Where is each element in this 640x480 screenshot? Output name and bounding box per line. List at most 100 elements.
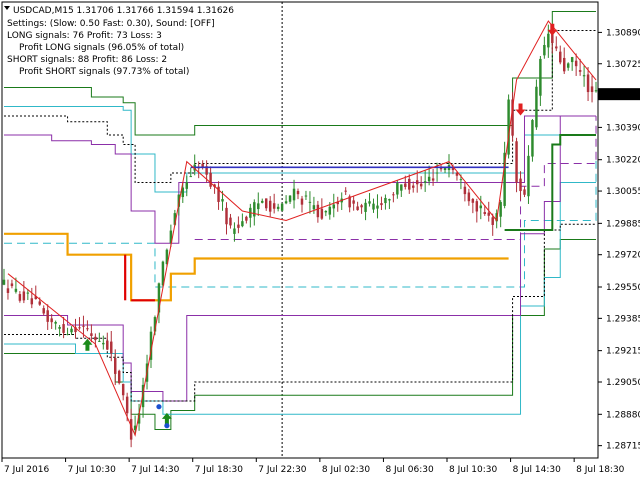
candle-body [229, 217, 232, 226]
black-dotted-lower-line [3, 223, 597, 402]
candle-body [233, 228, 236, 234]
candle-body [408, 178, 411, 190]
candle-body [261, 200, 264, 203]
price-chart[interactable]: 1.308901.307251.305651.303901.302201.300… [0, 0, 640, 480]
candle-body [531, 120, 534, 157]
candle-body [14, 288, 18, 292]
candle-body [129, 419, 133, 440]
entry-dot [156, 404, 162, 410]
y-tick-label: 1.29050 [606, 378, 640, 388]
candle-body [86, 328, 89, 330]
candle-body [42, 308, 45, 314]
candle-body [578, 70, 582, 72]
candle-body [38, 301, 41, 305]
candle-body [491, 217, 494, 225]
sell-signal-arrow [515, 103, 526, 116]
candle-body [22, 291, 26, 301]
candle-body [412, 185, 415, 188]
candle-body [463, 186, 467, 195]
candle-body [78, 327, 81, 329]
candle-body [570, 57, 574, 63]
candle-body [264, 198, 268, 209]
candle-body [189, 176, 192, 178]
candle-body [396, 183, 399, 195]
y-tick-label: 1.29215 [606, 347, 640, 357]
candle-body [344, 190, 347, 192]
candle-body [380, 203, 383, 206]
y-tick-label: 1.30725 [606, 60, 640, 70]
candle-body [272, 203, 276, 209]
candle-body [392, 194, 395, 196]
candle-body [304, 195, 308, 197]
candle-body [360, 205, 363, 208]
candle-body [332, 204, 336, 209]
candle-body [284, 201, 288, 204]
x-tick-label: 8 Jul 14:30 [513, 465, 562, 475]
candle-body [547, 33, 550, 48]
candle-body [257, 203, 260, 210]
cyan-solid-lower-line [3, 182, 597, 415]
y-tick-label: 1.30220 [606, 156, 640, 166]
candle-body [388, 199, 391, 201]
candle-body [320, 208, 324, 219]
candle-body [439, 168, 443, 170]
y-tick-label: 1.29385 [606, 314, 640, 324]
candle-body [384, 197, 387, 204]
x-tick-label: 8 Jul 06:30 [385, 465, 434, 475]
candle-body [574, 60, 578, 67]
candle-body [415, 180, 419, 185]
candle-body [316, 204, 320, 218]
candle-body [400, 184, 403, 191]
candle-body [94, 336, 97, 341]
y-tick-label: 1.29720 [606, 251, 640, 261]
candle-body [276, 206, 280, 209]
candle-body [519, 178, 522, 192]
x-tick-label: 8 Jul 02:30 [322, 465, 371, 475]
candle-body [201, 163, 204, 167]
candle-body [559, 51, 562, 63]
candle-body [54, 322, 57, 324]
candle-body [102, 342, 105, 345]
candle-body [225, 207, 228, 225]
candle-body [312, 205, 316, 210]
candle-body [582, 75, 586, 77]
y-tick-label: 1.30890 [606, 28, 640, 38]
candle-body [121, 383, 125, 396]
info-short-profit: Profit SHORT signals (97.73% of total) [19, 67, 189, 77]
candle-body [543, 44, 546, 56]
candle-body [459, 179, 463, 181]
candle-body [288, 195, 292, 202]
candle-body [110, 341, 113, 354]
purple-solid-upper-line [3, 115, 597, 244]
candle-body [82, 325, 85, 327]
candles [2, 24, 598, 448]
current-price-box [598, 88, 640, 101]
candle-body [10, 283, 14, 287]
candle-body [6, 288, 10, 293]
candle-body [26, 292, 30, 294]
info-short-signals: SHORT signals: 88 Profit: 86 Loss: 2 [7, 55, 167, 65]
candle-body [292, 188, 296, 201]
signal-markers [82, 23, 558, 429]
candle-body [308, 201, 312, 203]
candle-body [372, 203, 375, 210]
candle-body [98, 340, 101, 342]
candle-body [114, 358, 117, 374]
x-tick-label: 7 Jul 10:30 [68, 465, 117, 475]
y-tick-label: 1.30055 [606, 187, 640, 197]
candle-body [356, 206, 359, 211]
candle-body [471, 199, 475, 203]
candle-body [479, 205, 483, 209]
y-tick-label: 1.29550 [606, 283, 640, 293]
candle-body [241, 221, 244, 227]
x-tick-label: 7 Jul 22:30 [258, 465, 307, 475]
candle-body [535, 86, 538, 128]
candle-body [70, 328, 73, 333]
candle-body [427, 176, 431, 182]
candle-body [90, 333, 93, 336]
y-tick-label: 1.29885 [606, 219, 640, 229]
candle-body [253, 202, 256, 217]
candle-body [106, 340, 109, 350]
chart-root: 1.308901.307251.305651.303901.302201.300… [0, 0, 640, 480]
candle-body [376, 205, 379, 209]
